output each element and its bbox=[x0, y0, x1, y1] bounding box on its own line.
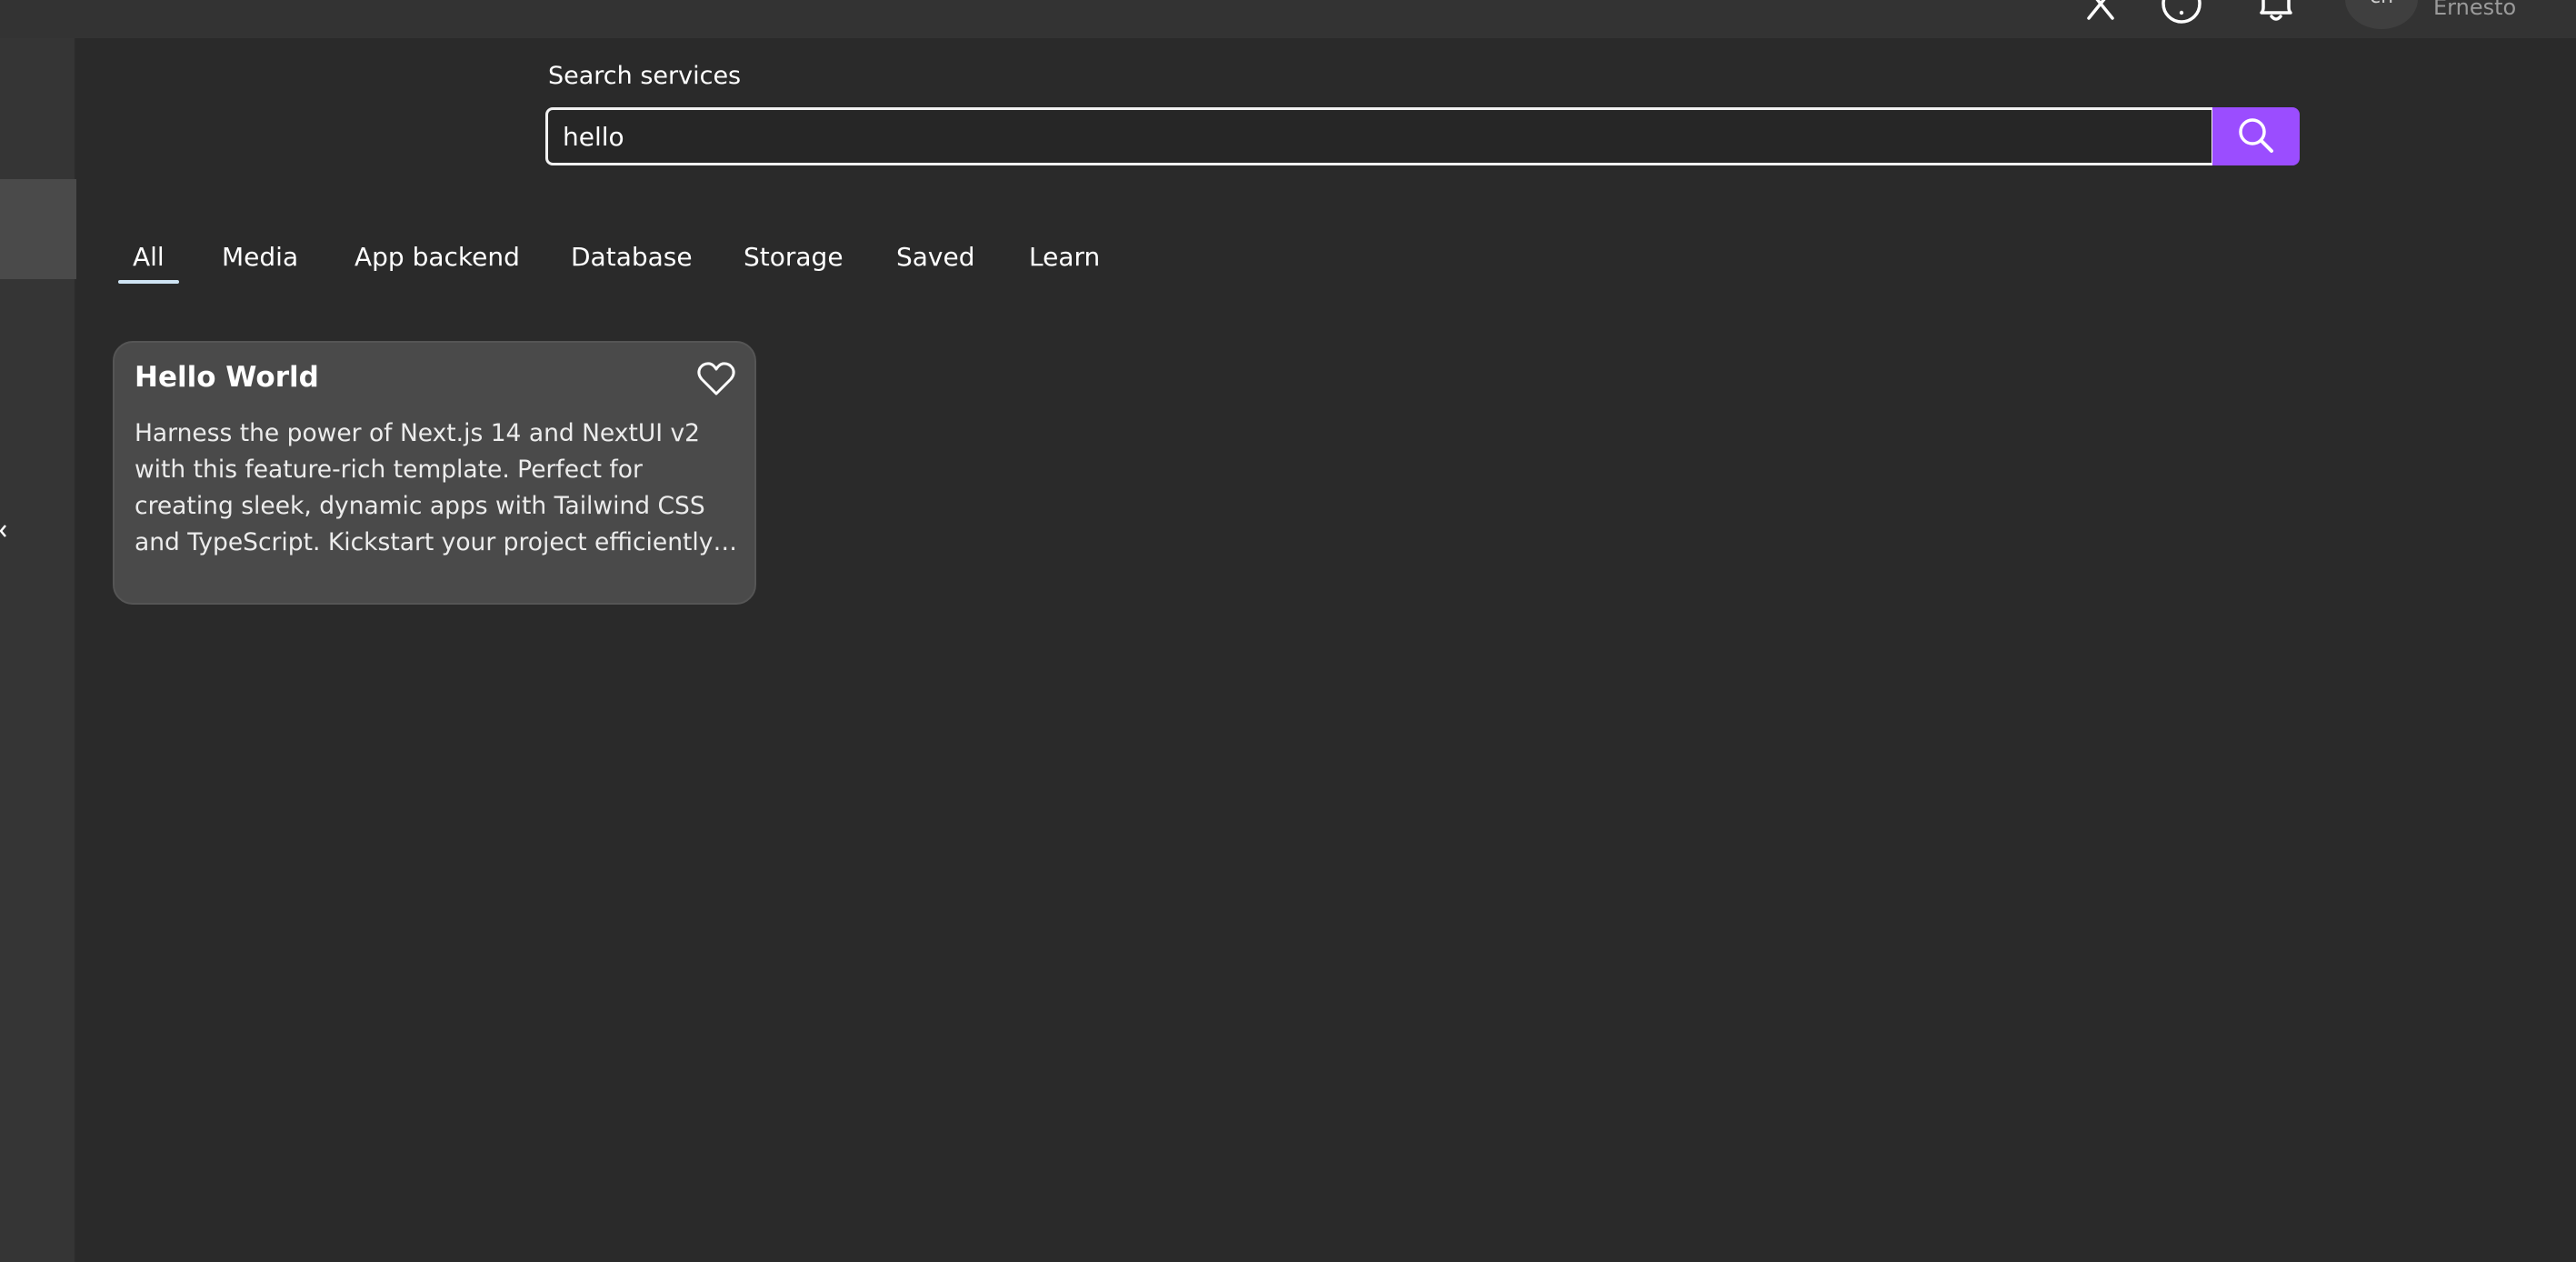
chevron-left-icon[interactable] bbox=[0, 518, 9, 544]
top-bar: cn Ernesto bbox=[0, 0, 2576, 38]
sidebar bbox=[0, 38, 76, 1262]
tab-database[interactable]: Database bbox=[556, 238, 707, 284]
help-icon[interactable] bbox=[2158, 0, 2205, 27]
sidebar-item-active[interactable] bbox=[0, 179, 76, 279]
search-icon bbox=[2234, 114, 2278, 160]
search-input[interactable] bbox=[545, 107, 2214, 165]
card-title: Hello World bbox=[135, 361, 319, 394]
tab-media[interactable]: Media bbox=[207, 238, 313, 284]
tab-all[interactable]: All bbox=[118, 238, 179, 284]
bell-icon[interactable] bbox=[2252, 0, 2300, 27]
tab-saved[interactable]: Saved bbox=[882, 238, 990, 284]
tab-app-backend[interactable]: App backend bbox=[340, 238, 534, 284]
tab-learn[interactable]: Learn bbox=[1014, 238, 1114, 284]
user-name: Ernesto bbox=[2433, 0, 2517, 20]
service-card[interactable]: Hello World Harness the power of Next.js… bbox=[113, 341, 756, 605]
search-button[interactable] bbox=[2212, 107, 2300, 165]
avatar[interactable]: cn bbox=[2345, 0, 2418, 29]
heart-outline-icon[interactable] bbox=[694, 357, 738, 401]
close-icon[interactable] bbox=[2078, 0, 2125, 27]
tab-storage[interactable]: Storage bbox=[729, 238, 858, 284]
search-label: Search services bbox=[548, 62, 742, 90]
card-description: Harness the power of Next.js 14 and Next… bbox=[135, 419, 714, 556]
avatar-initials: cn bbox=[2370, 0, 2393, 8]
